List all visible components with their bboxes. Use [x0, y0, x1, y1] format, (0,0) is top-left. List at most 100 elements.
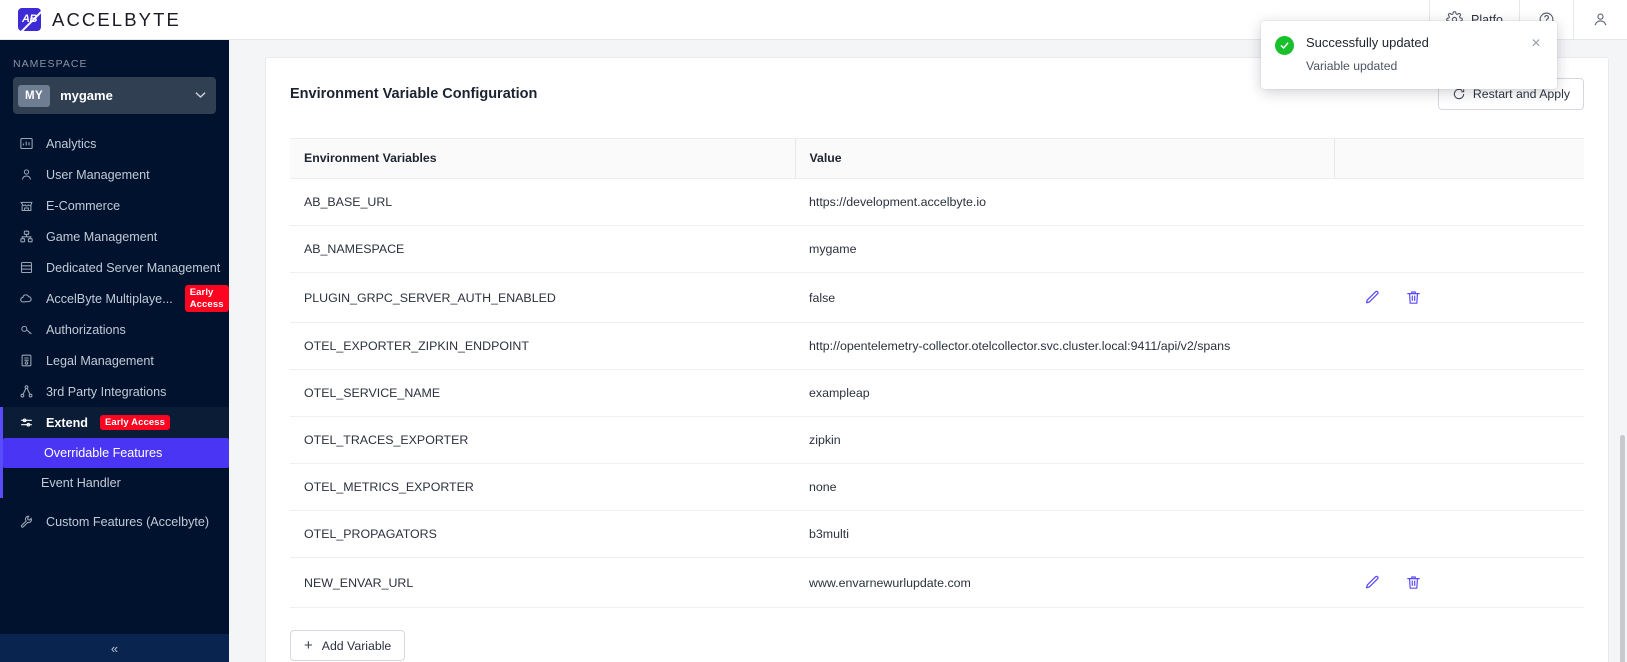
sidebar-item-game-management[interactable]: Game Management	[0, 221, 229, 252]
success-toast: Successfully updated Variable updated ✕	[1261, 21, 1557, 89]
column-header-actions	[1334, 139, 1584, 179]
user-icon	[19, 167, 34, 182]
cell-row-actions	[1334, 511, 1584, 558]
sidebar-item-label: Custom Features (Accelbyte)	[46, 515, 209, 529]
main-content: Environment Variable Configuration Resta…	[229, 40, 1627, 662]
sidebar-collapse-button[interactable]: «	[0, 634, 229, 662]
page-title: Environment Variable Configuration	[290, 86, 537, 102]
namespace-label: NAMESPACE	[0, 40, 229, 77]
brand-initials: AB	[22, 14, 37, 25]
table-header-row: Environment Variables Value	[290, 139, 1584, 179]
pencil-icon	[1364, 289, 1381, 306]
toast-title: Successfully updated	[1306, 35, 1513, 50]
cell-variable-value: b3multi	[795, 511, 1334, 558]
add-variable-container: + Add Variable	[266, 608, 1608, 662]
sidebar-item-3rd-party-integrations[interactable]: 3rd Party Integrations	[0, 376, 229, 407]
cell-variable-value: http://opentelemetry-collector.otelcolle…	[795, 323, 1334, 370]
add-variable-button[interactable]: + Add Variable	[290, 630, 405, 661]
cell-variable-value: exampleap	[795, 370, 1334, 417]
cell-variable-name: AB_NAMESPACE	[290, 226, 795, 273]
gamepad-icon	[19, 229, 34, 244]
cell-variable-name: PLUGIN_GRPC_SERVER_AUTH_ENABLED	[290, 273, 795, 323]
namespace-badge: MY	[18, 85, 50, 107]
cell-variable-name: OTEL_SERVICE_NAME	[290, 370, 795, 417]
table-row: AB_BASE_URLhttps://development.accelbyte…	[290, 179, 1584, 226]
cell-row-actions	[1334, 370, 1584, 417]
namespace-selector[interactable]: MY mygame	[13, 77, 216, 114]
cell-row-actions	[1334, 179, 1584, 226]
table-row: OTEL_TRACES_EXPORTERzipkin	[290, 417, 1584, 464]
account-button[interactable]	[1573, 0, 1627, 39]
sidebar: NAMESPACE MY mygame Analytics	[0, 40, 229, 662]
table-row: OTEL_SERVICE_NAMEexampleap	[290, 370, 1584, 417]
sidebar-item-extend[interactable]: Extend Early Access	[0, 407, 229, 438]
sidebar-item-user-management[interactable]: User Management	[0, 159, 229, 190]
cell-row-actions	[1334, 417, 1584, 464]
pencil-icon	[1364, 574, 1381, 591]
sidebar-item-label: AccelByte Multiplaye...	[46, 292, 173, 306]
cell-variable-value: https://development.accelbyte.io	[795, 179, 1334, 226]
body: NAMESPACE MY mygame Analytics	[0, 40, 1627, 662]
accelbyte-logo-icon: AB	[18, 8, 41, 31]
table-row: NEW_ENVAR_URLwww.envarnewurlupdate.com	[290, 558, 1584, 608]
toast-subtitle: Variable updated	[1306, 59, 1513, 73]
sidebar-item-label: Authorizations	[46, 323, 126, 337]
cell-row-actions	[1334, 464, 1584, 511]
add-variable-label: Add Variable	[322, 639, 392, 653]
sidebar-item-analytics[interactable]: Analytics	[0, 128, 229, 159]
sidebar-item-label: Extend	[46, 416, 88, 430]
edit-variable-button[interactable]	[1364, 289, 1381, 306]
refresh-icon	[1452, 87, 1466, 101]
cell-variable-name: OTEL_TRACES_EXPORTER	[290, 417, 795, 464]
delete-variable-button[interactable]	[1405, 289, 1422, 306]
cell-variable-name: OTEL_PROPAGATORS	[290, 511, 795, 558]
table-row: OTEL_METRICS_EXPORTERnone	[290, 464, 1584, 511]
sidebar-item-overridable-features[interactable]: Overridable Features	[3, 438, 229, 468]
analytics-icon	[19, 136, 34, 151]
sidebar-item-label: Dedicated Server Management	[46, 261, 220, 275]
plus-icon: +	[304, 638, 313, 653]
store-icon	[19, 198, 34, 213]
sidebar-item-event-handler[interactable]: Event Handler	[0, 468, 229, 498]
sidebar-item-legal-management[interactable]: Legal Management	[0, 345, 229, 376]
column-header-value: Value	[795, 139, 1334, 179]
early-access-badge: Early Access	[100, 415, 170, 431]
sidebar-item-label: Legal Management	[46, 354, 154, 368]
app-root: AB ACCELBYTE Platfo	[0, 0, 1627, 662]
sidebar-item-label: Analytics	[46, 137, 96, 151]
sidebar-item-authorizations[interactable]: Authorizations	[0, 314, 229, 345]
cell-variable-name: NEW_ENVAR_URL	[290, 558, 795, 608]
cell-row-actions	[1334, 226, 1584, 273]
close-icon[interactable]: ✕	[1525, 37, 1541, 73]
env-table-container: Environment Variables Value AB_BASE_URLh…	[266, 110, 1608, 608]
edit-variable-button[interactable]	[1364, 574, 1381, 591]
trash-icon	[1405, 289, 1422, 306]
sidebar-item-accelbyte-multiplayer[interactable]: AccelByte Multiplaye... Early Access	[0, 283, 229, 314]
sidebar-subitem-label: Event Handler	[41, 476, 121, 490]
collapse-icon: «	[111, 641, 118, 656]
table-body: AB_BASE_URLhttps://development.accelbyte…	[290, 179, 1584, 608]
cell-row-actions	[1334, 558, 1584, 608]
env-config-panel: Environment Variable Configuration Resta…	[265, 57, 1609, 662]
sidebar-item-dedicated-server-management[interactable]: Dedicated Server Management	[0, 252, 229, 283]
chevron-down-icon	[195, 90, 206, 102]
sidebar-item-e-commerce[interactable]: E-Commerce	[0, 190, 229, 221]
env-variables-table: Environment Variables Value AB_BASE_URLh…	[290, 138, 1584, 608]
delete-variable-button[interactable]	[1405, 574, 1422, 591]
document-icon	[19, 353, 34, 368]
cell-variable-value: www.envarnewurlupdate.com	[795, 558, 1334, 608]
brand-logo[interactable]: AB ACCELBYTE	[0, 8, 181, 31]
early-access-badge: Early Access	[185, 285, 229, 313]
key-icon	[19, 322, 34, 337]
cell-variable-value: false	[795, 273, 1334, 323]
sidebar-item-label: User Management	[46, 168, 150, 182]
cell-variable-value: mygame	[795, 226, 1334, 273]
sidebar-item-label: E-Commerce	[46, 199, 120, 213]
cell-variable-value: none	[795, 464, 1334, 511]
restart-button-label: Restart and Apply	[1473, 87, 1570, 101]
server-icon	[19, 260, 34, 275]
vertical-scrollbar[interactable]	[1620, 435, 1625, 662]
table-row: OTEL_PROPAGATORSb3multi	[290, 511, 1584, 558]
sidebar-item-custom-features[interactable]: Custom Features (Accelbyte)	[0, 506, 229, 537]
cell-row-actions	[1334, 323, 1584, 370]
